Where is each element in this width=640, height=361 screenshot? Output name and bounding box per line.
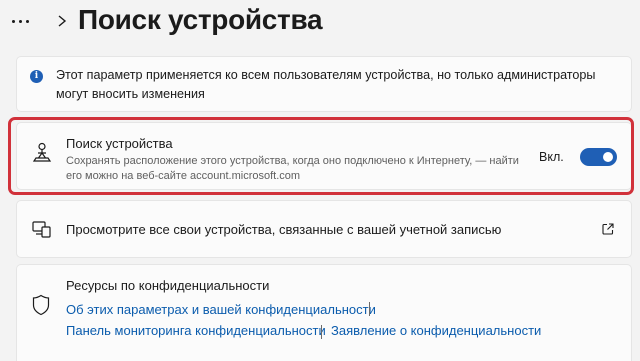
privacy-settings-link[interactable]: Об этих параметрах и вашей конфиденциаль… — [66, 302, 376, 317]
link-separator — [369, 302, 370, 316]
admin-info-banner: i Этот параметр применяется ко всем поль… — [16, 56, 632, 112]
page-title: Поиск устройства — [78, 4, 323, 35]
privacy-resources-title: Ресурсы по конфиденциальности — [66, 278, 270, 293]
highlight-frame — [8, 117, 634, 195]
view-devices-text: Просмотрите все свои устройства, связанн… — [66, 222, 502, 237]
page-header: Поиск устройства — [0, 0, 640, 44]
chevron-right-icon — [58, 15, 67, 27]
more-dots-icon[interactable] — [12, 12, 40, 30]
privacy-dashboard-link[interactable]: Панель мониторинга конфиденциальности — [66, 323, 326, 338]
privacy-resources-card: Ресурсы по конфиденциальности Об этих па… — [16, 264, 632, 361]
link-separator — [321, 325, 322, 339]
devices-icon — [32, 221, 51, 238]
shield-icon — [32, 294, 50, 316]
settings-page: Поиск устройства i Этот параметр применя… — [0, 0, 640, 361]
info-text: Этот параметр применяется ко всем пользо… — [56, 68, 596, 101]
open-external-icon — [602, 223, 614, 235]
privacy-statement-link[interactable]: Заявление о конфиденциальности — [331, 323, 541, 338]
info-icon: i — [30, 70, 43, 83]
view-devices-link-card[interactable]: Просмотрите все свои устройства, связанн… — [16, 200, 632, 258]
